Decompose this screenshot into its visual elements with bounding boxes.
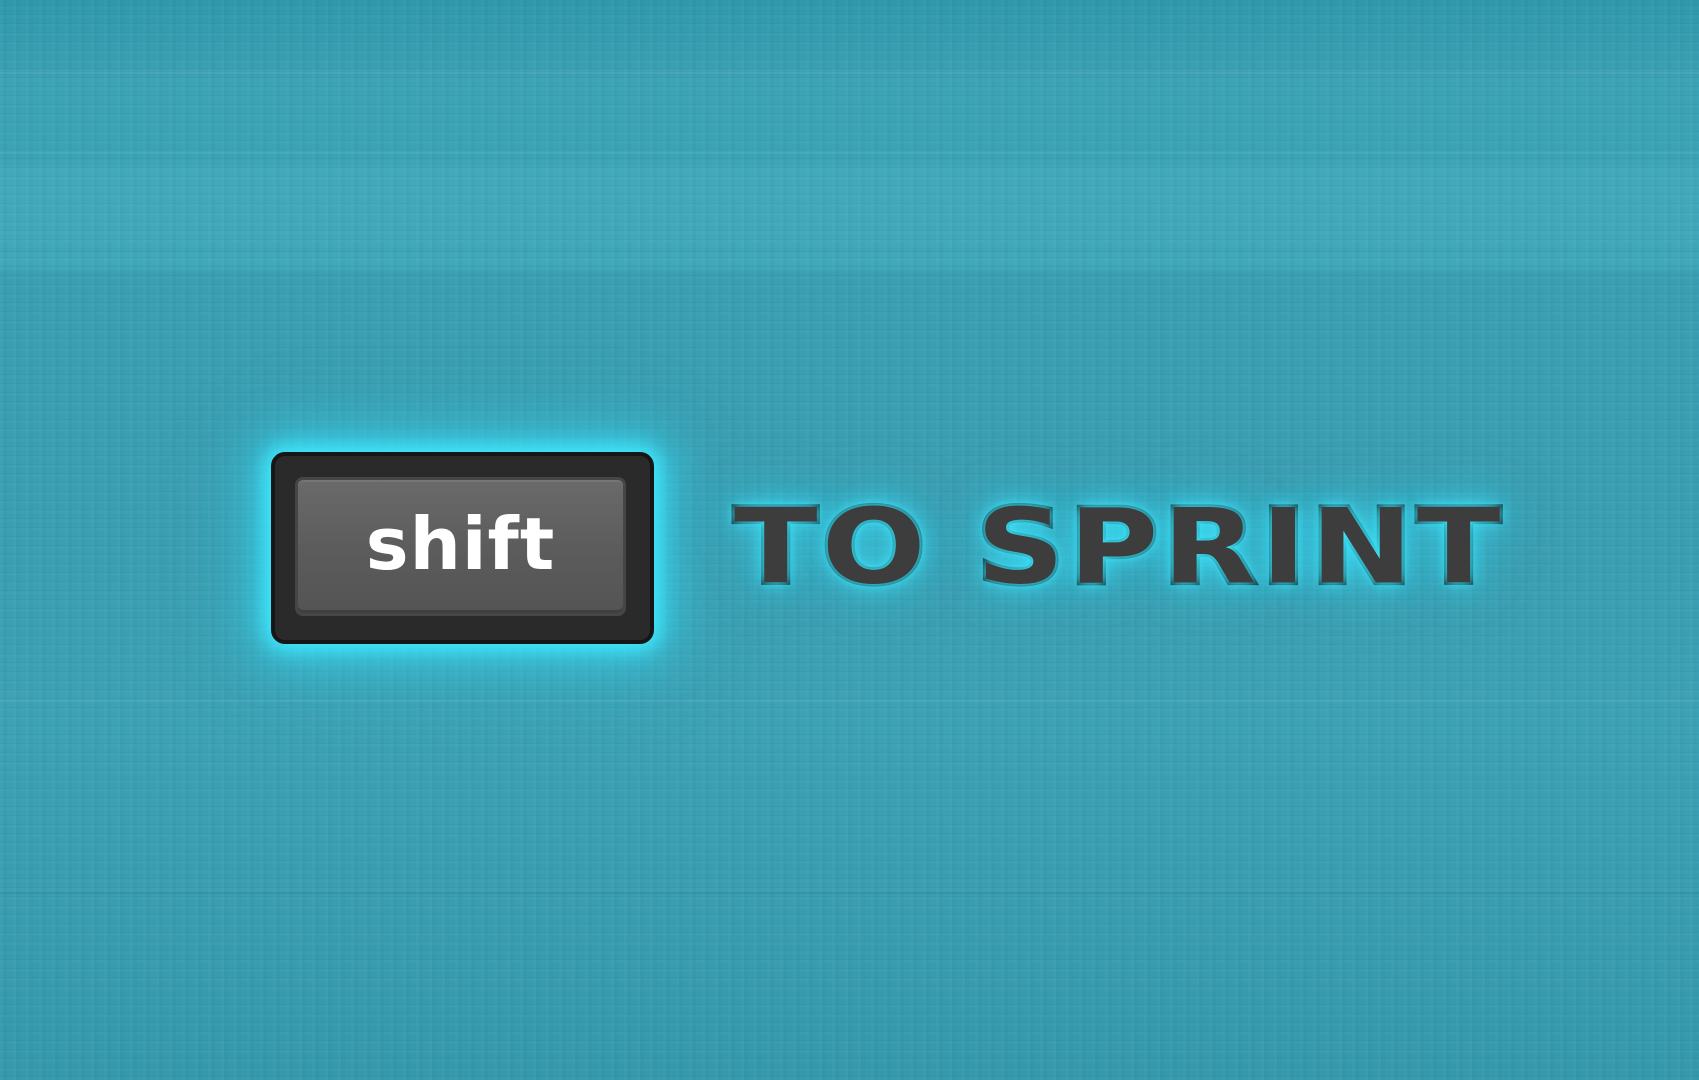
shift-key-prompt: shift xyxy=(271,452,654,644)
background-scanline xyxy=(0,152,1699,154)
shift-key-face: shift xyxy=(295,477,626,616)
background-scanline xyxy=(0,892,1699,894)
background-scanline xyxy=(0,700,1699,702)
shift-key-label: shift xyxy=(365,501,556,586)
background-scanline xyxy=(0,72,1699,74)
sprint-action-text: TO SPRINT xyxy=(731,485,1505,610)
game-background: shift TO SPRINT xyxy=(0,0,1699,1080)
background-scanline xyxy=(0,250,1699,252)
